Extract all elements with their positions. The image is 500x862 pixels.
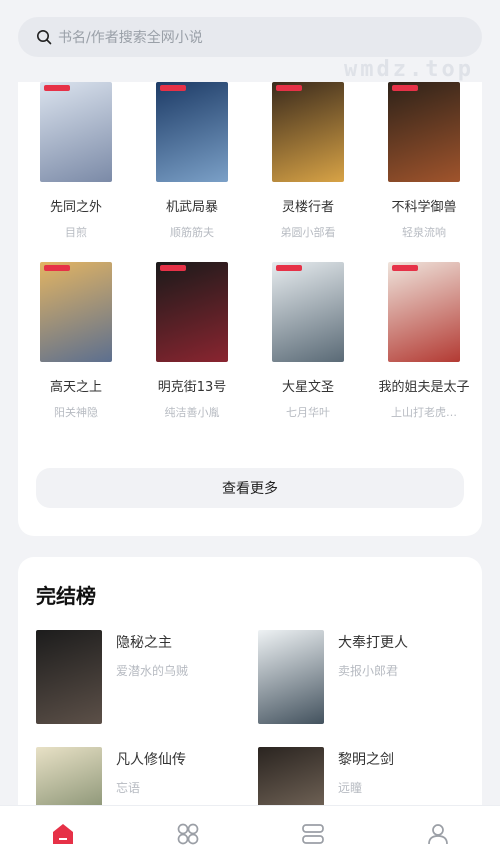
view-more-button[interactable]: 查看更多 (36, 468, 464, 508)
book-author: 远瞳 (338, 781, 363, 795)
book-item[interactable]: 灵楼行者 弟圆小部看 (250, 82, 366, 262)
section-title: 完结榜 (36, 584, 96, 608)
finished-ranking-card: 完结榜 隐秘之主 爱潜水的乌贼 大奉打更人 卖报小郎君 凡人修仙传 忘语 黎明之剑 远瞳 (18, 557, 482, 841)
tab-bookshelf[interactable] (283, 806, 343, 862)
book-title[interactable]: 高天之上 (26, 378, 126, 398)
book-author: 爱潜水的乌贼 (116, 664, 189, 678)
book-title[interactable]: 大星文圣 (258, 378, 358, 398)
cover-badge (276, 265, 302, 271)
cover-badge (392, 265, 418, 271)
cover-badge (160, 85, 186, 91)
book-title[interactable]: 大奉打更人 (338, 632, 408, 652)
book-author: 卖报小郎君 (338, 664, 399, 678)
bottom-nav (0, 806, 500, 862)
book-cover[interactable] (388, 262, 460, 362)
book-author: 轻泉流响 (402, 226, 446, 239)
book-cover[interactable] (40, 82, 112, 182)
search-bar[interactable]: 书名/作者搜索全网小说 (18, 17, 482, 57)
book-cover[interactable] (156, 262, 228, 362)
book-author: 阳关神隐 (54, 406, 98, 419)
book-author: 忘语 (116, 781, 141, 795)
book-author: 七月华叶 (286, 406, 330, 419)
book-title[interactable]: 我的姐夫是太子 (374, 378, 474, 398)
book-cover[interactable] (272, 82, 344, 182)
book-title[interactable]: 灵楼行者 (258, 198, 358, 218)
watermark: wmdz.top (344, 57, 474, 82)
finished-book-item[interactable]: 大奉打更人卖报小郎君 (258, 630, 468, 730)
book-item[interactable]: 我的姐夫是太子上山打老虎… (366, 262, 482, 442)
tab-profile[interactable] (408, 806, 468, 862)
book-author: 目煎 (65, 226, 87, 239)
book-title[interactable]: 黎明之剑 (338, 749, 394, 769)
book-author: 上山打老虎… (391, 406, 457, 419)
cover-badge (44, 265, 70, 271)
book-cover[interactable] (272, 262, 344, 362)
book-cover[interactable] (388, 82, 460, 182)
book-cover[interactable] (258, 630, 324, 724)
cover-badge (276, 85, 302, 91)
book-cover[interactable] (36, 630, 102, 724)
finished-book-item[interactable]: 隐秘之主爱潜水的乌贼 (36, 630, 246, 730)
book-item[interactable]: 明克街13号纯洁善小胤 (134, 262, 250, 442)
tab-home[interactable] (33, 806, 93, 862)
book-title[interactable]: 凡人修仙传 (116, 749, 186, 769)
book-title[interactable]: 机武局暴 (142, 198, 242, 218)
book-author: 弟圆小部看 (280, 226, 336, 239)
book-item[interactable]: 不科学御兽 轻泉流响 (366, 82, 482, 262)
cover-badge (44, 85, 70, 91)
book-title[interactable]: 不科学御兽 (374, 198, 474, 218)
recommend-card: 先同之外 目煎 机武局暴 顺筋筋夫 灵楼行者 弟圆小部看 不科学御兽 轻泉流响 高天之上 阳关神隐… (18, 82, 482, 536)
book-title[interactable]: 隐秘之主 (116, 632, 188, 652)
bookshelf-icon (301, 824, 324, 844)
book-title[interactable]: 明克街13号 (142, 378, 242, 398)
cover-badge (160, 265, 186, 271)
book-item[interactable]: 先同之外 目煎 (18, 82, 134, 262)
book-cover[interactable] (40, 262, 112, 362)
book-title[interactable]: 先同之外 (26, 198, 126, 218)
profile-icon (427, 824, 448, 845)
book-author: 顺筋筋夫 (170, 226, 214, 239)
book-grid: 先同之外 目煎 机武局暴 顺筋筋夫 灵楼行者 弟圆小部看 不科学御兽 轻泉流响 高天之上 阳关神隐… (18, 82, 482, 442)
cover-badge (392, 85, 418, 91)
search-input[interactable]: 书名/作者搜索全网小说 (58, 27, 203, 47)
book-item[interactable]: 高天之上 阳关神隐 (18, 262, 134, 442)
book-item[interactable]: 大星文圣 七月华叶 (250, 262, 366, 442)
book-cover[interactable] (156, 82, 228, 182)
category-icon (177, 823, 198, 845)
tab-category[interactable] (158, 806, 218, 862)
book-author: 纯洁善小胤 (164, 406, 220, 419)
home-icon (52, 824, 73, 844)
search-icon (37, 30, 52, 45)
book-item[interactable]: 机武局暴 顺筋筋夫 (134, 82, 250, 262)
